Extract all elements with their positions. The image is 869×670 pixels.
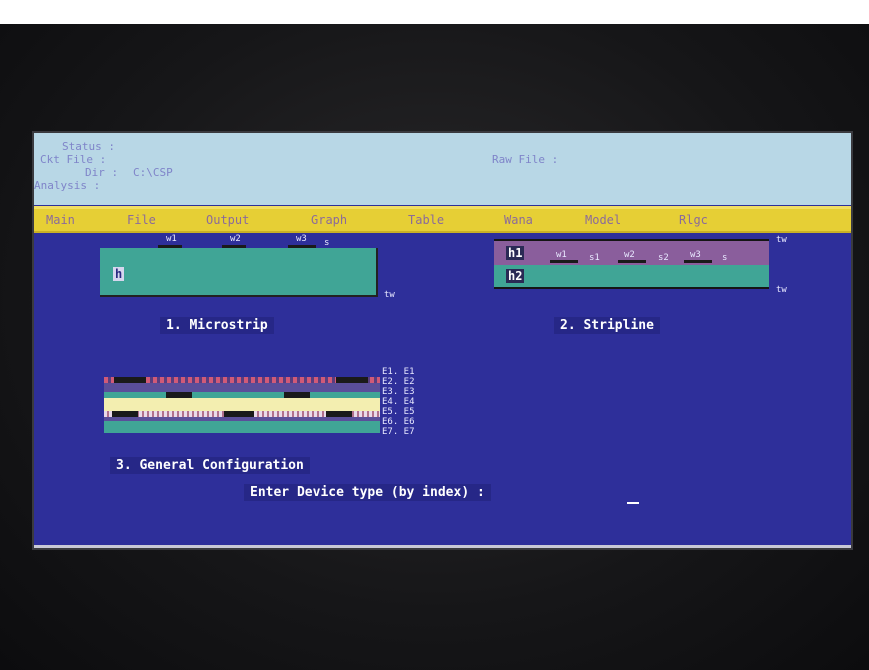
terminal-screen: Status : Ckt File : Dir : C:\CSP Analysi… <box>34 133 851 548</box>
stripline-lower-dielectric <box>494 265 769 287</box>
dir-label: Dir : <box>85 166 119 179</box>
ckt-file-label: Ckt File : <box>40 153 107 166</box>
microstrip-option[interactable]: 1. Microstrip <box>160 317 274 334</box>
stripline-t-bottom-label: tw <box>776 285 787 295</box>
menu-file[interactable]: File <box>127 213 156 227</box>
menu-graph[interactable]: Graph <box>311 213 347 227</box>
stripline-s1-label: s1 <box>589 253 600 263</box>
stripline-w3-label: w3 <box>690 250 701 260</box>
stripline-s-label: s <box>722 253 728 263</box>
stripline-w2-label: w2 <box>624 250 635 260</box>
menu-wana[interactable]: Wana <box>504 213 533 227</box>
general-configuration-diagram[interactable]: E1. E1 E2. E2 E3. E3 E4. E4 E5. E5 E6. E… <box>104 367 444 449</box>
stripline-s2-label: s2 <box>658 253 669 263</box>
raw-file-label: Raw File : <box>492 153 559 166</box>
microstrip-s-label: s <box>324 238 330 248</box>
general-e4-label: E4. E4 <box>382 397 415 407</box>
menu-bar: Main File Output Graph Table Wana Model … <box>34 206 851 233</box>
photo-border <box>0 0 869 24</box>
screen-bottom-edge <box>34 545 851 548</box>
menu-rlgc[interactable]: Rlgc <box>679 213 708 227</box>
microstrip-t-label: tw <box>384 290 395 300</box>
microstrip-w1-label: w1 <box>166 234 177 244</box>
stripline-t-top-label: tw <box>776 235 787 245</box>
general-e2-label: E2. E2 <box>382 377 415 387</box>
status-label: Status : <box>62 140 115 153</box>
general-e6-label: E6. E6 <box>382 417 415 427</box>
general-layer-7 <box>104 421 380 433</box>
stripline-strip-3 <box>684 260 712 263</box>
general-e3-label: E3. E3 <box>382 387 415 397</box>
stripline-w1-label: w1 <box>556 250 567 260</box>
microstrip-w3-label: w3 <box>296 234 307 244</box>
stripline-diagram[interactable]: h1 h2 w1 s1 w2 s2 w3 s tw tw <box>494 235 794 299</box>
device-selection-area: w1 w2 w3 s h tw 1. Microstrip h1 h2 w1 s… <box>34 231 851 548</box>
menu-main[interactable]: Main <box>46 213 75 227</box>
general-configuration-option[interactable]: 3. General Configuration <box>110 457 310 474</box>
microstrip-h-label: h <box>113 267 125 281</box>
device-type-prompt: Enter Device type (by index) : <box>244 484 491 501</box>
microstrip-substrate <box>100 248 378 297</box>
stripline-h1-label: h1 <box>506 246 525 260</box>
dir-value: C:\CSP <box>133 166 173 179</box>
menu-output[interactable]: Output <box>206 213 249 227</box>
stripline-option[interactable]: 2. Stripline <box>554 317 660 334</box>
microstrip-w2-label: w2 <box>230 234 241 244</box>
general-e1-label: E1. E1 <box>382 367 415 377</box>
text-cursor[interactable] <box>627 502 639 504</box>
general-e5-label: E5. E5 <box>382 407 415 417</box>
microstrip-diagram[interactable]: w1 w2 w3 s h tw <box>100 234 395 309</box>
stripline-strip-2 <box>618 260 646 263</box>
stripline-strip-1 <box>550 260 578 263</box>
general-layer-4 <box>104 398 380 411</box>
analysis-label: Analysis : <box>34 179 101 192</box>
general-layer-2 <box>104 383 380 392</box>
menu-model[interactable]: Model <box>585 213 621 227</box>
stripline-h2-label: h2 <box>506 269 525 283</box>
general-e7-label: E7. E7 <box>382 427 415 437</box>
menu-table[interactable]: Table <box>408 213 444 227</box>
status-bar: Status : Ckt File : Dir : C:\CSP Analysi… <box>34 133 851 205</box>
stripline-bottom-ground <box>494 287 769 289</box>
